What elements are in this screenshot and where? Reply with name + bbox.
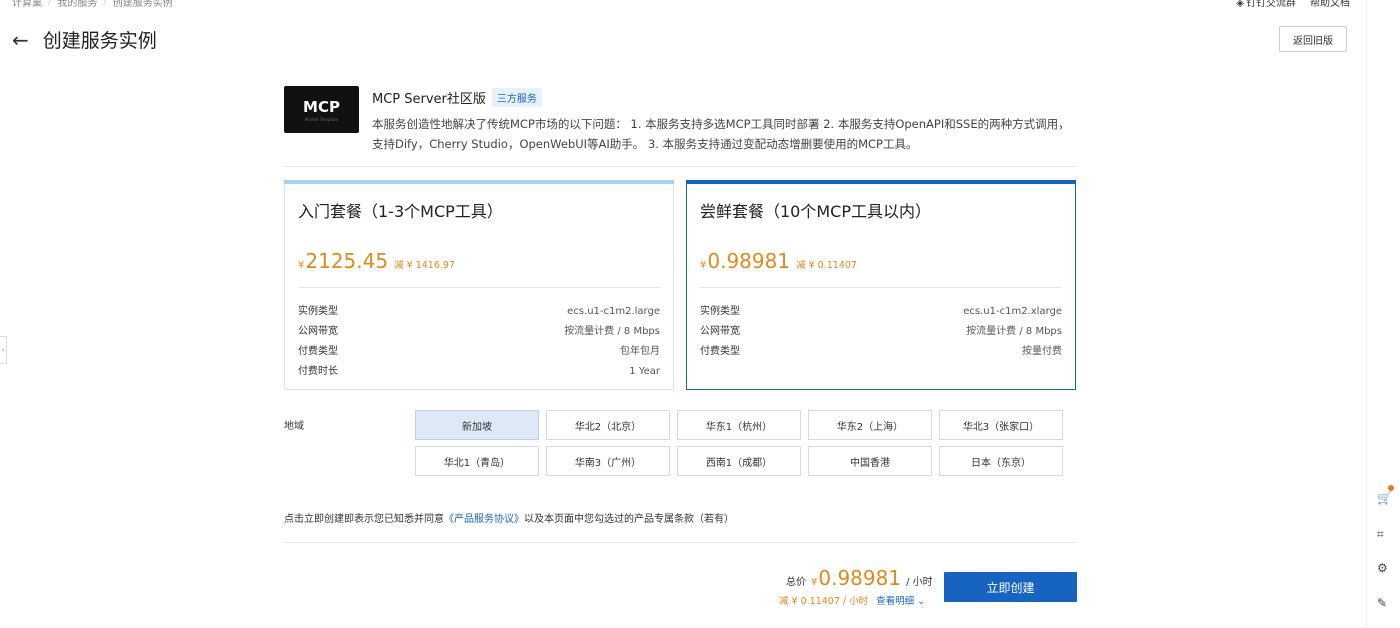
region-option-qingdao[interactable]: 华北1（青岛） [415,446,539,476]
breadcrumb-item[interactable]: 我的服务 [57,0,97,9]
spec-key: 实例类型 [700,306,740,317]
region-option-singapore[interactable]: 新加坡 [415,410,539,440]
spec-key: 付费类型 [298,346,338,357]
spec-value: 包年包月 [620,346,660,357]
spec-value: 按流量计费 / 8 Mbps [966,326,1062,337]
page-title: 创建服务实例 [42,30,157,52]
back-arrow-icon[interactable]: ← [12,28,29,52]
plan-price: 2125.45 [305,249,389,273]
notification-dot [1388,485,1394,491]
spec-row: 公网带宽 按流量计费 / 8 Mbps [298,322,660,342]
spec-key: 付费类型 [700,346,740,357]
plan-specs: 实例类型 ecs.u1-c1m2.large 公网带宽 按流量计费 / 8 Mbps… [298,302,660,382]
dingtalk-label: 钉钉交流群 [1246,0,1296,9]
spec-row: 实例类型 ecs.u1-c1m2.xlarge [700,302,1062,322]
plan-price: 0.98981 [707,249,791,273]
region-option-guangzhou[interactable]: 华南3（广州） [546,446,670,476]
calculator-icon[interactable]: ⌗ [1377,527,1384,542]
spec-row: 付费类型 包年包月 [298,342,660,362]
help-docs-link[interactable]: 帮助文档 [1310,0,1350,9]
view-details-link[interactable]: 查看明细 ⌄ [876,593,925,607]
total-label: 总价 [786,577,806,588]
chevron-right-icon: › [1,346,5,354]
total-price: 总价 ¥ 0.98981 / 小时 [786,566,933,590]
plan-specs: 实例类型 ecs.u1-c1m2.xlarge 公网带宽 按流量计费 / 8 Mbp… [700,302,1062,362]
divider [284,166,1076,167]
plan-price-row: ¥ 0.98981 减 ¥ 0.11407 [700,249,857,273]
spec-key: 实例类型 [298,306,338,317]
plan-card-starter[interactable]: 入门套餐（1-3个MCP工具） ¥ 2125.45 减 ¥ 1416.97 实例… [284,180,674,390]
divider [700,287,1062,288]
region-label: 地域 [284,421,304,432]
sidebar-expand-handle[interactable]: › [0,336,7,364]
divider [284,542,1076,543]
cart-icon[interactable]: 🛒 [1377,491,1392,505]
top-links: ◈ 钉钉交流群 帮助文档 [1236,0,1350,9]
plan-card-topbar [284,180,674,184]
plan-price-row: ¥ 2125.45 减 ¥ 1416.97 [298,249,455,273]
currency-symbol: ¥ [700,260,707,271]
currency-symbol: ¥ [811,577,818,588]
region-option-hangzhou[interactable]: 华东1（杭州） [677,410,801,440]
dingtalk-link[interactable]: ◈ 钉钉交流群 [1236,0,1296,9]
logo-subtext: Market Template [304,116,339,122]
dingtalk-icon: ◈ [1236,0,1244,9]
spec-value: 按流量计费 / 8 Mbps [564,326,660,337]
currency-symbol: ¥ [298,260,305,271]
view-details-label: 查看明细 [876,596,915,607]
plan-card-topbar [686,180,1076,184]
spec-row: 公网带宽 按流量计费 / 8 Mbps [700,322,1062,342]
spec-key: 付费时长 [298,366,338,377]
agreement-suffix: 以及本页面中您勾选过的产品专属条款（若有） [524,514,734,525]
region-option-hongkong[interactable]: 中国香港 [808,446,932,476]
spec-key: 公网带宽 [700,326,740,337]
breadcrumb-item-current: 创建服务实例 [112,0,173,9]
page-header: ← 创建服务实例 [12,26,157,53]
divider [298,287,660,288]
right-toolbar: 🛒 ⌗ ⚙ ✎ [1366,0,1400,628]
breadcrumb: 计算巢 / 我的服务 / 创建服务实例 [12,0,173,9]
service-name: MCP Server社区版 [372,92,486,107]
region-option-chengdu[interactable]: 西南1（成都） [677,446,801,476]
spec-value: 按量付费 [1022,346,1062,357]
chevron-down-icon: ⌄ [917,596,926,607]
service-description: 本服务创造性地解决了传统MCP市场的以下问题： 1. 本服务支持多选MCP工具同… [372,117,1070,151]
spec-value: ecs.u1-c1m2.large [567,306,660,317]
region-option-zhangjiakou[interactable]: 华北3（张家口） [939,410,1063,440]
edit-icon[interactable]: ✎ [1377,596,1387,610]
plan-discount: 减 ¥ 0.11407 [796,260,857,271]
total-discount: 减 ¥ 0.11407 / 小时 [779,596,869,607]
gear-icon[interactable]: ⚙ [1377,561,1388,575]
spec-value: ecs.u1-c1m2.xlarge [963,306,1062,317]
total-unit: / 小时 [906,577,933,588]
agreement-text: 点击立即创建即表示您已知悉并同意《产品服务协议》以及本页面中您勾选过的产品专属条… [284,510,734,525]
breadcrumb-item[interactable]: 计算巢 [12,0,42,9]
spec-value: 1 Year [629,366,660,377]
spec-row: 实例类型 ecs.u1-c1m2.large [298,302,660,322]
plan-card-trial[interactable]: 尝鲜套餐（10个MCP工具以内） ¥ 0.98981 减 ¥ 0.11407 实… [686,180,1076,390]
spec-key: 公网带宽 [298,326,338,337]
total-amount: 0.98981 [818,566,902,590]
agreement-prefix: 点击立即创建即表示您已知悉并同意 [284,514,444,525]
spec-row: 付费类型 按量付费 [700,342,1062,362]
plan-discount: 减 ¥ 1416.97 [394,260,455,271]
total-sub-row: 减 ¥ 0.11407 / 小时 查看明细 ⌄ [779,593,925,607]
region-option-shanghai[interactable]: 华东2（上海） [808,410,932,440]
return-old-version-button[interactable]: 返回旧版 [1279,26,1347,52]
service-name-row: MCP Server社区版 三方服务 [372,88,542,107]
service-logo: MCP Market Template [284,86,359,133]
service-badge: 三方服务 [491,88,542,107]
breadcrumb-separator: / [48,0,52,7]
create-now-button[interactable]: 立即创建 [944,572,1077,602]
breadcrumb-separator: / [103,0,107,7]
region-option-tokyo[interactable]: 日本（东京） [939,446,1063,476]
service-agreement-link[interactable]: 《产品服务协议》 [444,514,524,525]
logo-text: MCP [303,97,340,116]
region-option-beijing[interactable]: 华北2（北京） [546,410,670,440]
plan-title: 入门套餐（1-3个MCP工具） [298,202,503,221]
spec-row: 付费时长 1 Year [298,362,660,382]
plan-title: 尝鲜套餐（10个MCP工具以内） [700,202,931,221]
region-selector: 新加坡 华北2（北京） 华东1（杭州） 华东2（上海） 华北3（张家口） 华北1… [415,410,1063,476]
